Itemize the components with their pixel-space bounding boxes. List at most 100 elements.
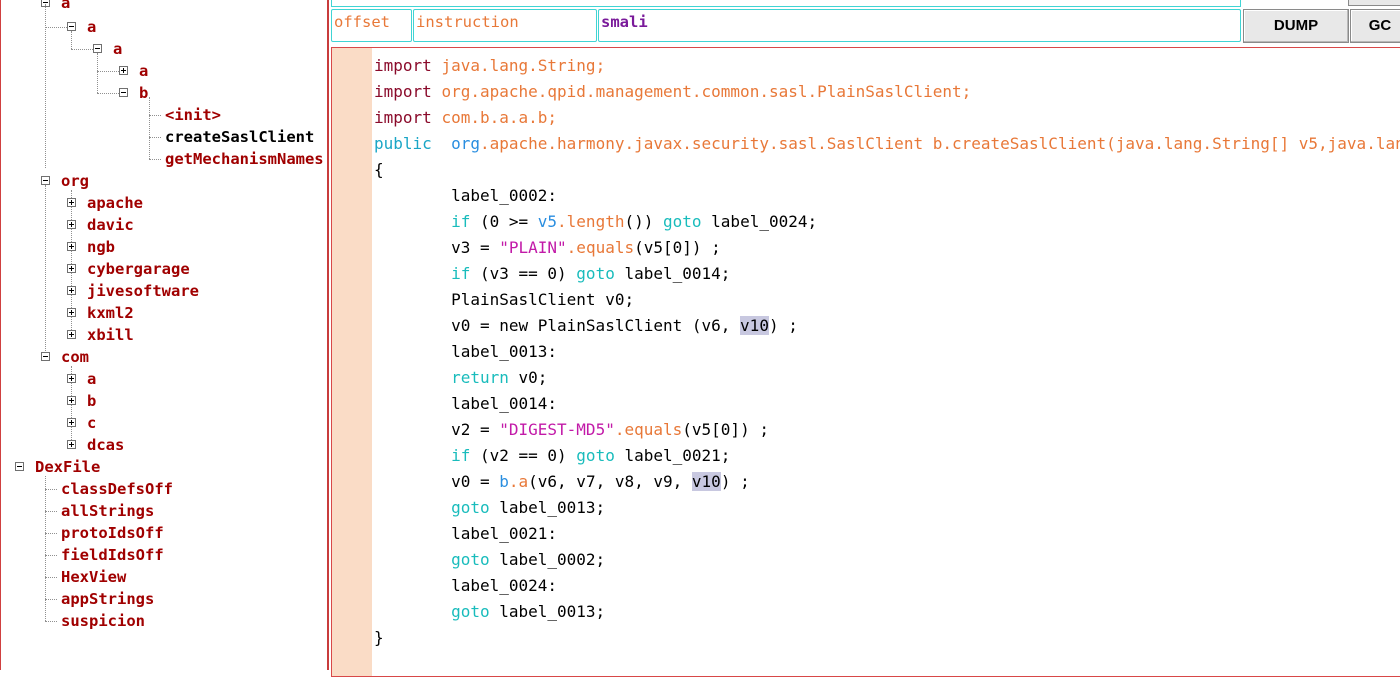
tree-guide <box>71 31 72 49</box>
code-token: goto <box>451 550 490 569</box>
code-token: (v5[0]) ; <box>682 420 769 439</box>
tree-node-suspicion[interactable]: suspicion <box>61 610 145 632</box>
tree-node-b[interactable]: b <box>139 82 148 104</box>
code-line: v3 = "PLAIN".equals(v5[0]) ; <box>374 235 1400 261</box>
column-header-smali[interactable]: smali <box>598 9 1241 42</box>
tree-guide <box>45 577 57 578</box>
tree-node-a[interactable]: a <box>113 38 122 60</box>
expand-toggle-icon[interactable] <box>67 418 76 427</box>
code-token: .apache.harmony.javax.security.sasl.Sasl… <box>479 134 1400 153</box>
code-token: label_0021: <box>451 524 558 543</box>
tree-node-classdefsoff[interactable]: classDefsOff <box>61 478 173 500</box>
column-header-offset[interactable]: offset <box>331 9 412 42</box>
tree-node-com-c[interactable]: c <box>87 412 96 434</box>
expand-toggle-icon[interactable] <box>67 396 76 405</box>
expand-toggle-icon[interactable] <box>67 330 76 339</box>
code-line: import com.b.a.a.b; <box>374 105 1400 131</box>
tree-node-ngb[interactable]: ngb <box>87 236 115 258</box>
tree-node-com-b[interactable]: b <box>87 390 96 412</box>
code-token: "DIGEST-MD5" <box>499 420 615 439</box>
code-token: if <box>451 446 471 465</box>
code-token: goto <box>576 446 615 465</box>
tree-node-appstrings[interactable]: appStrings <box>61 588 154 610</box>
code-token: (v6, v7, v8, v9, <box>528 472 692 491</box>
tree-node-com-a[interactable]: a <box>87 368 96 390</box>
expand-toggle-icon[interactable] <box>67 198 76 207</box>
code-token: org.apache.qpid.management.common.sasl.P… <box>441 82 972 101</box>
code-line: if (v2 == 0) goto label_0021; <box>374 443 1400 469</box>
expand-toggle-icon[interactable] <box>67 242 76 251</box>
code-view[interactable]: import java.lang.String; import org.apach… <box>374 53 1400 651</box>
tree-guide <box>45 555 57 556</box>
expand-toggle-icon[interactable] <box>119 66 128 75</box>
gc-button[interactable]: GC <box>1350 9 1400 43</box>
tree-node-init[interactable]: <init> <box>165 104 221 126</box>
tree-guide <box>45 489 57 490</box>
expand-toggle-icon[interactable] <box>67 264 76 273</box>
column-header-instruction[interactable]: instruction <box>413 9 597 42</box>
tree-guide <box>149 115 161 116</box>
tree-node-allstrings[interactable]: allStrings <box>61 500 154 522</box>
collapse-toggle-icon[interactable] <box>15 462 24 471</box>
tree-node-kxml2[interactable]: kxml2 <box>87 302 134 324</box>
code-token: .equals <box>566 238 635 257</box>
tree-node-protoidsoff[interactable]: protoIdsOff <box>61 522 164 544</box>
expand-toggle-icon[interactable] <box>67 308 76 317</box>
code-line: v0 = new PlainSaslClient (v6, v10) ; <box>374 313 1400 339</box>
tree-guide <box>45 599 57 600</box>
expand-toggle-icon[interactable] <box>67 286 76 295</box>
tree-node-a[interactable]: a <box>61 0 70 14</box>
tree-node-com[interactable]: com <box>61 346 89 368</box>
tree-node-davic[interactable]: davic <box>87 214 134 236</box>
tree-node-jivesoftware[interactable]: jivesoftware <box>87 280 199 302</box>
tree-node-createsaslclient[interactable]: createSaslClient <box>165 126 314 148</box>
tree-node-hexview[interactable]: HexView <box>61 566 126 588</box>
tree-node-dcas[interactable]: dcas <box>87 434 124 456</box>
tree-node-org[interactable]: org <box>61 170 89 192</box>
tree-guide <box>45 533 57 534</box>
tree-node-apache[interactable]: apache <box>87 192 143 214</box>
code-line: label_0014: <box>374 391 1400 417</box>
tree-node-xbill[interactable]: xbill <box>87 324 134 346</box>
code-line: label_0002: <box>374 183 1400 209</box>
collapse-toggle-icon[interactable] <box>93 44 102 53</box>
tree-node-getmechanismnames[interactable]: getMechanismNames <box>165 148 324 170</box>
code-line: } <box>374 625 1400 651</box>
code-token: v2 = <box>451 420 500 439</box>
code-line: PlainSaslClient v0; <box>374 287 1400 313</box>
code-token: v0; <box>508 368 548 387</box>
code-token: import <box>374 56 442 75</box>
expand-toggle-icon[interactable] <box>67 440 76 449</box>
expand-toggle-icon[interactable] <box>67 220 76 229</box>
decompiled-code-panel[interactable]: import java.lang.String; import org.apach… <box>331 47 1400 677</box>
tree-node-dexfile[interactable]: DexFile <box>35 456 100 478</box>
collapse-toggle-icon[interactable] <box>41 352 50 361</box>
code-token: .length <box>557 212 625 231</box>
collapse-toggle-icon[interactable] <box>119 88 128 97</box>
tree-node-a[interactable]: a <box>139 60 148 82</box>
tree-node-cybergarage[interactable]: cybergarage <box>87 258 190 280</box>
dump-button[interactable]: DUMP <box>1243 9 1349 43</box>
code-token: PlainSaslClient v0; <box>451 290 635 309</box>
code-token: import <box>374 108 442 127</box>
expand-toggle-icon[interactable] <box>67 374 76 383</box>
code-token: java.lang.String; <box>441 56 606 75</box>
panel-splitter[interactable] <box>327 0 329 670</box>
collapse-toggle-icon[interactable] <box>67 22 76 31</box>
tree-node-a[interactable]: a <box>87 16 96 38</box>
tree-guide <box>45 27 67 28</box>
collapse-toggle-icon[interactable] <box>41 176 50 185</box>
tree-node-fieldidsoff[interactable]: fieldIdsOff <box>61 544 164 566</box>
code-line: if (v3 == 0) goto label_0014; <box>374 261 1400 287</box>
code-token: label_0013; <box>489 498 606 517</box>
code-token: (v3 == 0) <box>470 264 577 283</box>
highlighted-token: v10 <box>740 316 769 335</box>
